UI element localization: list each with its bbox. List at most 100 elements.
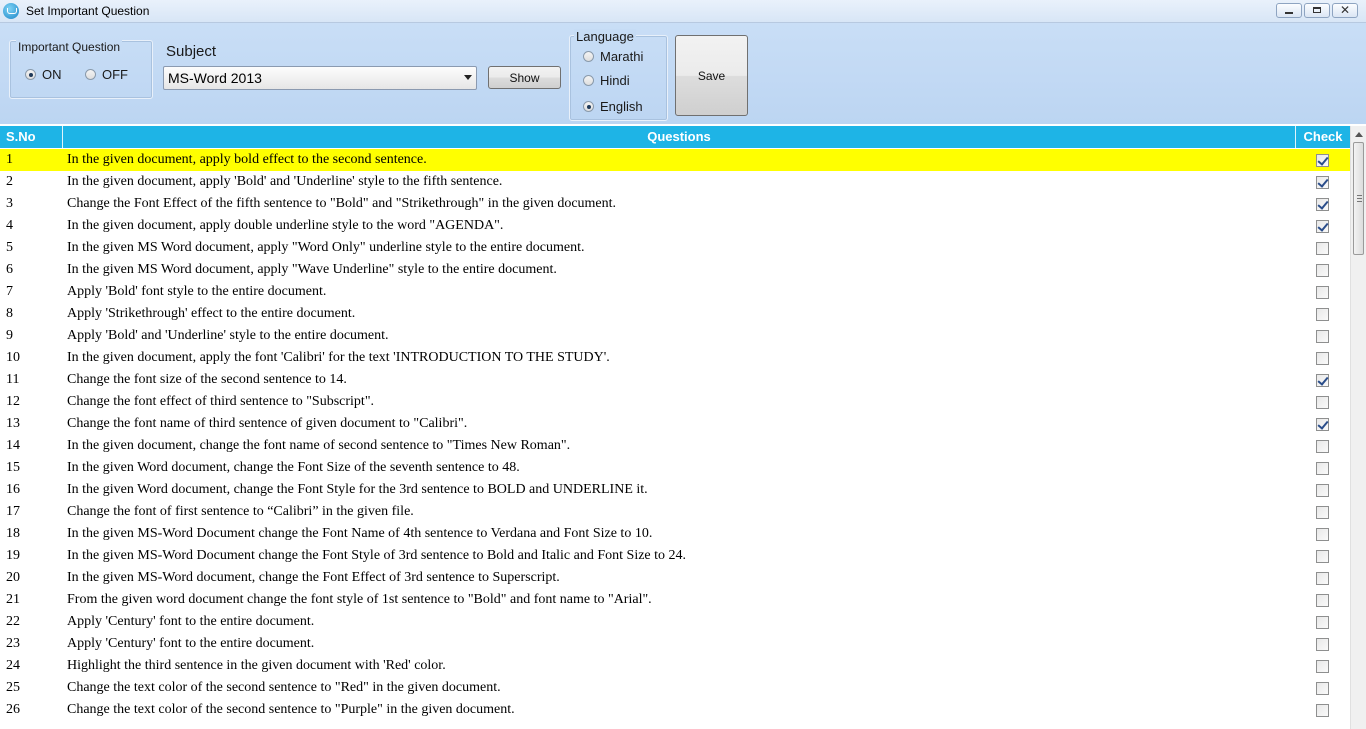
row-check-checkbox[interactable] xyxy=(1316,418,1329,431)
row-question: Apply 'Bold' font style to the entire do… xyxy=(67,284,327,299)
radio-english-indicator[interactable] xyxy=(583,101,594,112)
table-row[interactable]: 7 Apply 'Bold' font style to the entire d… xyxy=(0,281,1350,303)
table-row[interactable]: 20 In the given MS-Word document, change … xyxy=(0,567,1350,589)
table-row[interactable]: 17 Change the font of first sentence to “… xyxy=(0,501,1350,523)
row-question: In the given document, apply the font 'C… xyxy=(67,350,610,365)
row-check-checkbox[interactable] xyxy=(1316,660,1329,673)
row-sno: 16 xyxy=(6,482,20,497)
row-question: In the given Word document, change the F… xyxy=(67,482,648,497)
table-row[interactable]: 11 Change the font size of the second sen… xyxy=(0,369,1350,391)
row-check-checkbox[interactable] xyxy=(1316,264,1329,277)
table-row[interactable]: 19 In the given MS-Word Document change t… xyxy=(0,545,1350,567)
row-check-checkbox[interactable] xyxy=(1316,484,1329,497)
row-sno: 18 xyxy=(6,526,20,541)
row-sno: 12 xyxy=(6,394,20,409)
row-sno: 3 xyxy=(6,196,13,211)
minimize-icon xyxy=(1285,12,1293,14)
table-row[interactable]: 16 In the given Word document, change the… xyxy=(0,479,1350,501)
row-question: Change the text color of the second sent… xyxy=(67,702,515,717)
radio-marathi-indicator[interactable] xyxy=(583,51,594,62)
radio-english[interactable]: English xyxy=(583,99,643,114)
row-check-checkbox[interactable] xyxy=(1316,330,1329,343)
row-check-checkbox[interactable] xyxy=(1316,308,1329,321)
column-header-check[interactable]: Check xyxy=(1296,126,1350,148)
row-check-checkbox[interactable] xyxy=(1316,506,1329,519)
table-row[interactable]: 6 In the given MS Word document, apply "W… xyxy=(0,259,1350,281)
row-check-checkbox[interactable] xyxy=(1316,220,1329,233)
important-question-group: Important Question ON OFF xyxy=(9,40,153,99)
radio-hindi[interactable]: Hindi xyxy=(583,73,630,88)
column-header-sno[interactable]: S.No xyxy=(0,126,63,148)
table-row[interactable]: 14 In the given document, change the font… xyxy=(0,435,1350,457)
radio-off-indicator[interactable] xyxy=(85,69,96,80)
row-check-checkbox[interactable] xyxy=(1316,462,1329,475)
row-check-checkbox[interactable] xyxy=(1316,440,1329,453)
grip-line xyxy=(1357,198,1362,199)
row-sno: 17 xyxy=(6,504,20,519)
table-row[interactable]: 8 Apply 'Strikethrough' effect to the ent… xyxy=(0,303,1350,325)
radio-hindi-indicator[interactable] xyxy=(583,75,594,86)
row-check-checkbox[interactable] xyxy=(1316,198,1329,211)
row-check-checkbox[interactable] xyxy=(1316,572,1329,585)
close-icon: ✕ xyxy=(1339,3,1351,17)
vertical-scrollbar[interactable] xyxy=(1350,126,1366,729)
scroll-up-icon[interactable] xyxy=(1355,132,1363,137)
restore-icon xyxy=(1313,7,1321,13)
radio-off[interactable]: OFF xyxy=(85,67,128,82)
minimize-button[interactable] xyxy=(1276,3,1302,18)
close-button[interactable]: ✕ xyxy=(1332,3,1358,18)
scrollbar-thumb[interactable] xyxy=(1353,142,1364,255)
table-row[interactable]: 4 In the given document, apply double und… xyxy=(0,215,1350,237)
table-row[interactable]: 15 In the given Word document, change the… xyxy=(0,457,1350,479)
question-list: 1 In the given document, apply bold effec… xyxy=(0,149,1350,729)
table-row[interactable]: 9 Apply 'Bold' and 'Underline' style to t… xyxy=(0,325,1350,347)
row-question: Highlight the third sentence in the give… xyxy=(67,658,446,673)
row-sno: 6 xyxy=(6,262,13,277)
table-row[interactable]: 23 Apply 'Century' font to the entire doc… xyxy=(0,633,1350,655)
column-header-questions[interactable]: Questions xyxy=(63,126,1296,148)
row-check-checkbox[interactable] xyxy=(1316,528,1329,541)
table-row[interactable]: 22 Apply 'Century' font to the entire doc… xyxy=(0,611,1350,633)
row-check-checkbox[interactable] xyxy=(1316,176,1329,189)
radio-marathi[interactable]: Marathi xyxy=(583,49,643,64)
row-check-checkbox[interactable] xyxy=(1316,286,1329,299)
table-row[interactable]: 18 In the given MS-Word Document change t… xyxy=(0,523,1350,545)
save-button[interactable]: Save xyxy=(675,35,748,116)
table-row[interactable]: 2 In the given document, apply 'Bold' and… xyxy=(0,171,1350,193)
row-question: In the given Word document, change the F… xyxy=(67,460,520,475)
table-row[interactable]: 13 Change the font name of third sentence… xyxy=(0,413,1350,435)
row-check-checkbox[interactable] xyxy=(1316,704,1329,717)
grip-line xyxy=(1357,201,1362,202)
table-row[interactable]: 10 In the given document, apply the font … xyxy=(0,347,1350,369)
row-check-checkbox[interactable] xyxy=(1316,594,1329,607)
table-row[interactable]: 12 Change the font effect of third senten… xyxy=(0,391,1350,413)
row-check-checkbox[interactable] xyxy=(1316,550,1329,563)
table-row[interactable]: 5 In the given MS Word document, apply "W… xyxy=(0,237,1350,259)
row-sno: 5 xyxy=(6,240,13,255)
radio-on-indicator[interactable] xyxy=(25,69,36,80)
subject-dropdown[interactable]: MS-Word 2013 xyxy=(163,66,477,90)
row-check-checkbox[interactable] xyxy=(1316,154,1329,167)
row-sno: 4 xyxy=(6,218,13,233)
row-check-checkbox[interactable] xyxy=(1316,682,1329,695)
row-question: Change the Font Effect of the fifth sent… xyxy=(67,196,617,211)
row-check-checkbox[interactable] xyxy=(1316,616,1329,629)
grip-line xyxy=(1357,195,1362,196)
table-row[interactable]: 1 In the given document, apply bold effec… xyxy=(0,149,1350,171)
table-row[interactable]: 21 From the given word document change th… xyxy=(0,589,1350,611)
row-check-checkbox[interactable] xyxy=(1316,638,1329,651)
row-question: Change the font effect of third sentence… xyxy=(67,394,375,409)
table-row[interactable]: 3 Change the Font Effect of the fifth sen… xyxy=(0,193,1350,215)
row-check-checkbox[interactable] xyxy=(1316,352,1329,365)
restore-button[interactable] xyxy=(1304,3,1330,18)
table-row[interactable]: 24 Highlight the third sentence in the gi… xyxy=(0,655,1350,677)
radio-on[interactable]: ON xyxy=(25,67,62,82)
row-question: In the given document, change the font n… xyxy=(67,438,571,453)
show-button[interactable]: Show xyxy=(488,66,561,89)
row-check-checkbox[interactable] xyxy=(1316,374,1329,387)
row-check-checkbox[interactable] xyxy=(1316,396,1329,409)
row-sno: 25 xyxy=(6,680,20,695)
row-check-checkbox[interactable] xyxy=(1316,242,1329,255)
table-row[interactable]: 26 Change the text color of the second se… xyxy=(0,699,1350,721)
table-row[interactable]: 25 Change the text color of the second se… xyxy=(0,677,1350,699)
